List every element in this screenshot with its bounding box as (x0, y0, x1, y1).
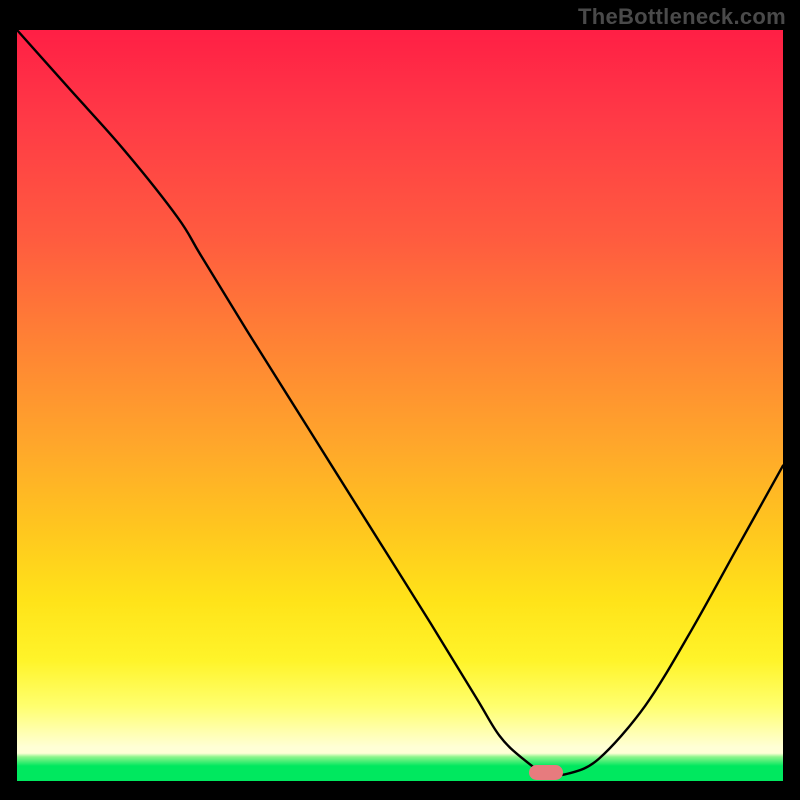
chart-container: TheBottleneck.com (0, 0, 800, 800)
curve-svg (17, 30, 783, 781)
bottleneck-curve-path (17, 30, 783, 775)
plot-area (17, 30, 783, 781)
optimal-point-marker (529, 765, 563, 780)
watermark-text: TheBottleneck.com (578, 4, 786, 30)
